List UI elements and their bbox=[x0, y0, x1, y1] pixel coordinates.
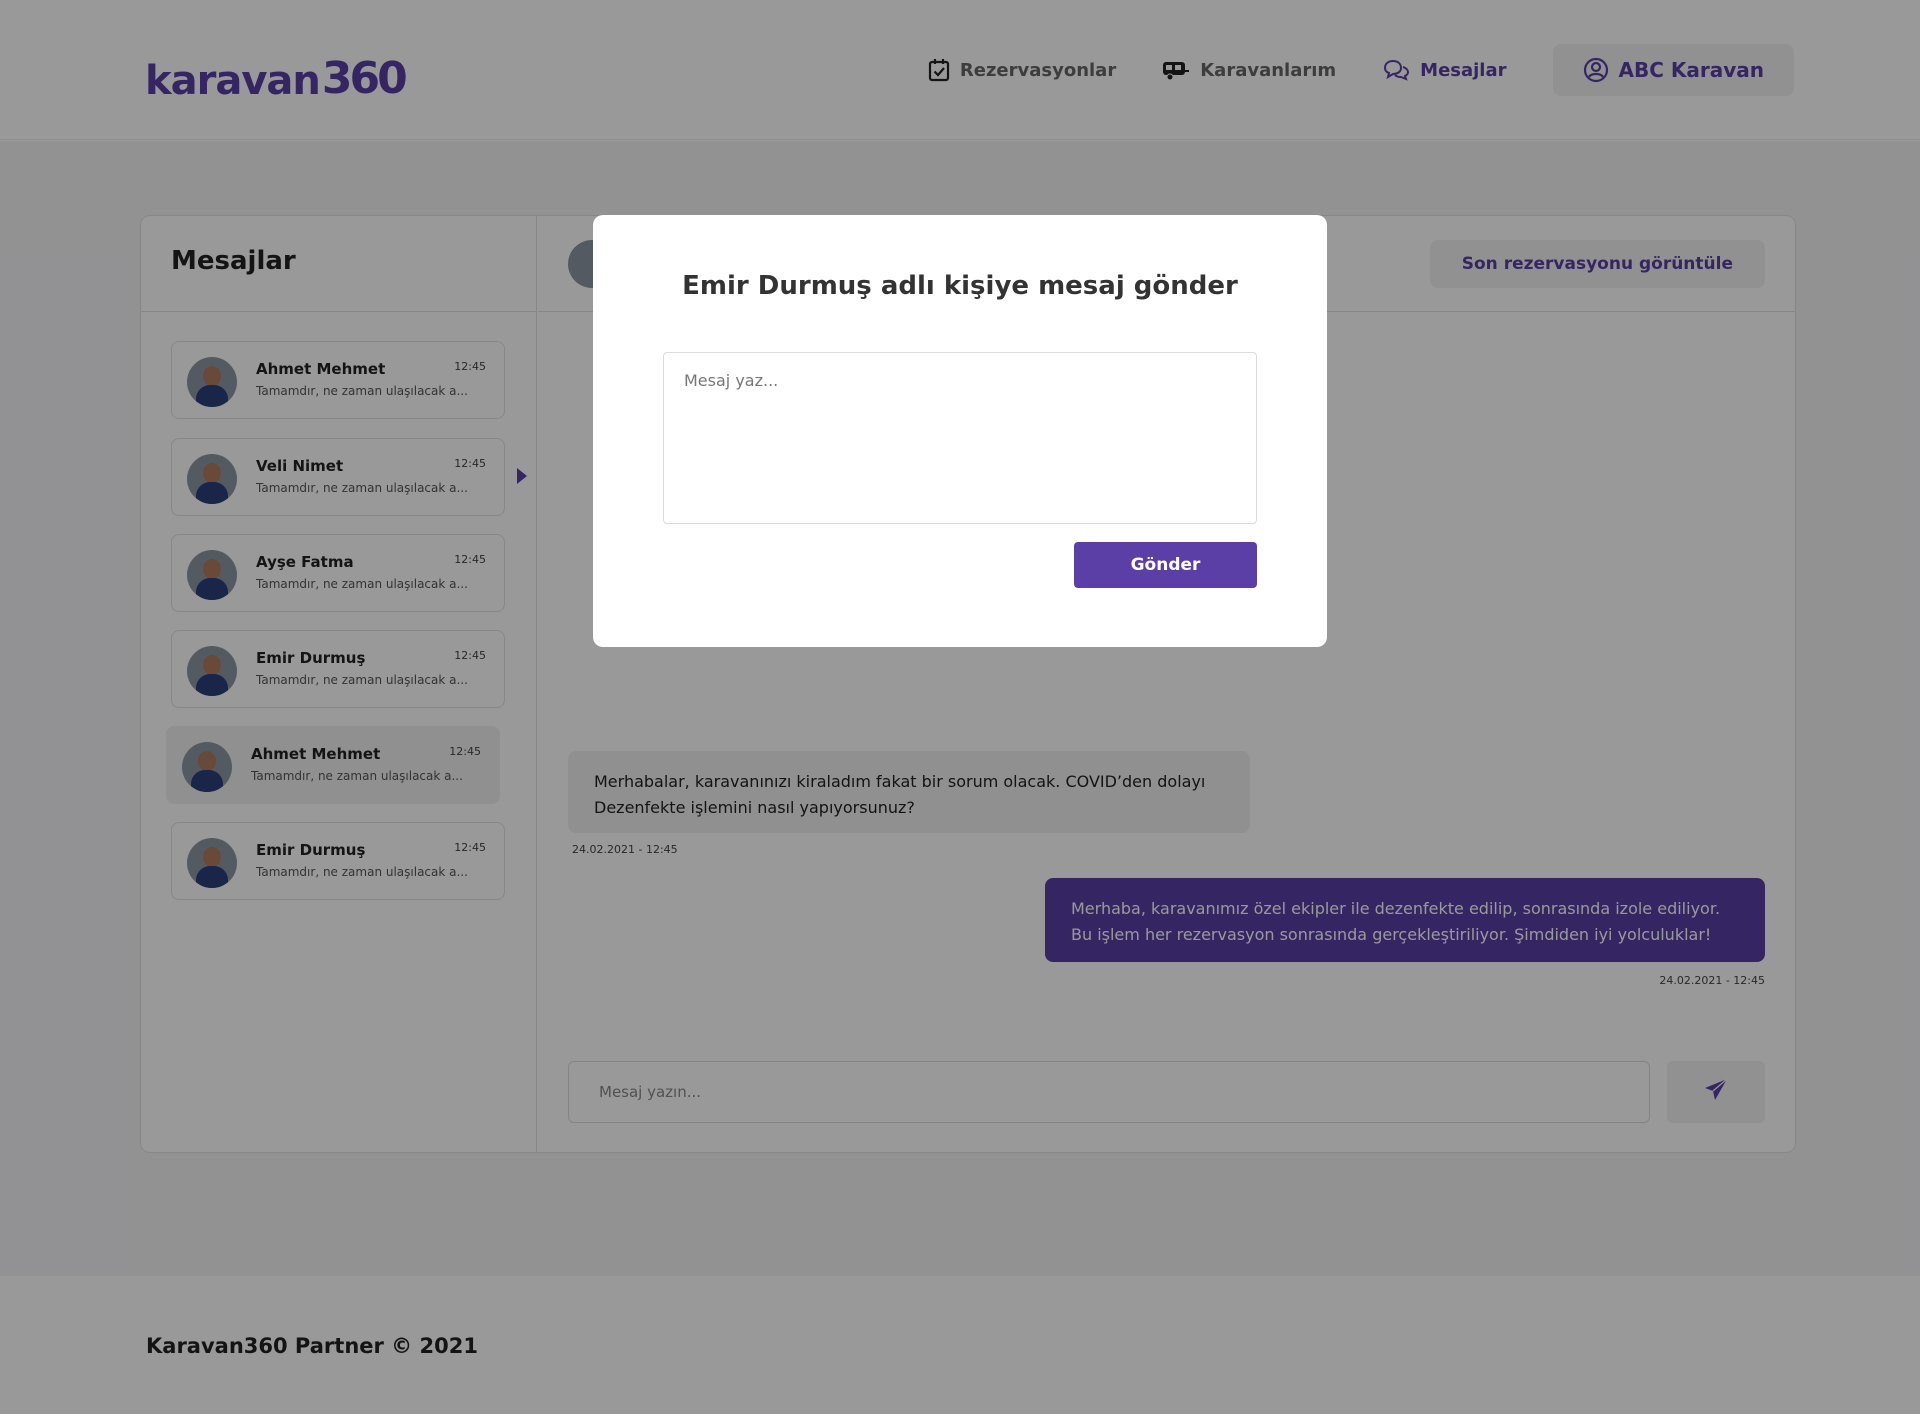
modal-backdrop[interactable] bbox=[0, 0, 1920, 1414]
modal-title: Emir Durmuş adlı kişiye mesaj gönder bbox=[682, 271, 1238, 301]
send-message-modal: Emir Durmuş adlı kişiye mesaj gönder Gön… bbox=[593, 215, 1327, 647]
modal-message-textarea[interactable] bbox=[663, 352, 1257, 524]
modal-send-button[interactable]: Gönder bbox=[1074, 542, 1257, 588]
